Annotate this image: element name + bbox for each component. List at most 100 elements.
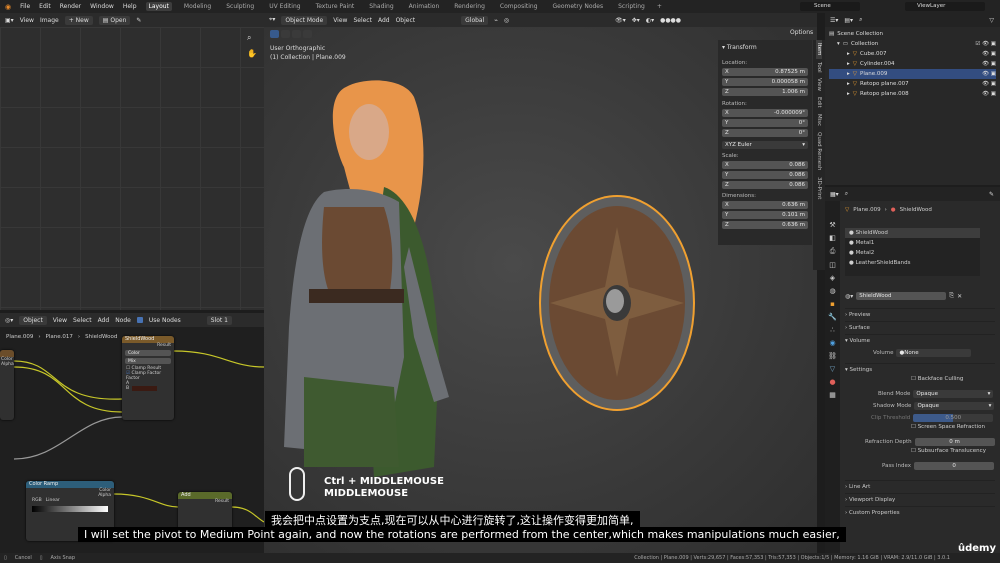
render-tab-icon[interactable]: ◧ — [829, 234, 836, 242]
node-view-menu[interactable]: View — [53, 317, 67, 324]
object-tab-icon[interactable]: ▪ — [830, 300, 835, 308]
node-mode-dropdown[interactable]: Object — [19, 315, 47, 325]
tab-quad-remesh[interactable]: Quad Remesh — [816, 129, 822, 173]
particles-tab-icon[interactable]: ∴ — [830, 326, 834, 334]
copy-material-icon[interactable]: ⎘ — [949, 292, 954, 300]
tab-item[interactable]: Item — [816, 40, 822, 59]
material-slot-active[interactable]: ● ShieldWood — [845, 228, 980, 238]
tab-shading[interactable]: Shading — [366, 2, 396, 11]
image-view-menu[interactable]: View — [20, 17, 34, 24]
expand-arrow-icon[interactable]: ▾ — [837, 41, 840, 47]
outliner-filter-icon[interactable]: ▽ — [989, 17, 1000, 24]
visibility-eye-icon[interactable]: 👁 ▣ — [982, 61, 996, 67]
screen-space-refraction-checkbox[interactable]: ☐ Screen Space Refraction — [845, 424, 995, 436]
preview-panel[interactable]: › Preview — [845, 308, 995, 321]
tool-tab-icon[interactable]: ⚒ — [829, 221, 835, 229]
location-y-field[interactable]: Y 0.000058 m — [722, 78, 808, 86]
world-tab-icon[interactable]: ◍ — [829, 287, 835, 295]
scale-x-field[interactable]: X 0.086 — [722, 161, 808, 169]
scene-tab-icon[interactable]: ◈ — [830, 274, 835, 282]
tab-tool[interactable]: Tool — [816, 59, 822, 76]
settings-panel[interactable]: ▾ Settings — [845, 363, 995, 376]
overlay-icon[interactable]: ◐▾ — [646, 17, 654, 24]
dimensions-y-field[interactable]: Y 0.101 m — [722, 211, 808, 219]
mix-node-b-color-swatch[interactable] — [132, 386, 158, 391]
tab-scripting[interactable]: Scripting — [615, 2, 648, 11]
mix-node-blend-type[interactable]: Mix — [125, 358, 171, 364]
scale-y-field[interactable]: Y 0.086 — [722, 171, 808, 179]
tab-modeling[interactable]: Modeling — [181, 2, 214, 11]
properties-search-icon[interactable]: ⌕ — [845, 190, 848, 198]
viewport-select-menu[interactable]: Select — [353, 17, 372, 24]
material-slot[interactable]: ● Metal1 — [845, 238, 980, 248]
material-slots-list[interactable]: ● ShieldWood ● Metal1 ● Metal2 ● Leather… — [845, 228, 980, 276]
expand-arrow-icon[interactable]: ▸ — [847, 91, 850, 97]
material-tab-icon[interactable]: ● — [829, 378, 835, 386]
modifiers-tab-icon[interactable]: 🔧 — [828, 313, 837, 321]
view-layer-tab-icon[interactable]: ◫ — [829, 261, 836, 269]
clip-threshold-slider[interactable]: 0.500 — [913, 414, 994, 422]
pin-icon[interactable]: ✎ — [136, 17, 141, 24]
outliner-collection[interactable]: ▾ ▭ Collection ☑ 👁 ▣ — [829, 39, 996, 49]
material-slot[interactable]: ● LeatherShieldBands — [845, 258, 980, 268]
material-slot[interactable]: ● Metal2 — [845, 248, 980, 258]
constraints-tab-icon[interactable]: ⛓ — [828, 352, 837, 360]
outliner-search-icon[interactable]: ⌕ — [859, 16, 862, 24]
node-node-menu[interactable]: Node — [115, 317, 131, 324]
outliner-item-cylinder[interactable]: ▸ ▽ Cylinder.004 👁 ▣ — [829, 59, 996, 69]
blend-mode-dropdown[interactable]: Opaque ▾ — [913, 390, 994, 398]
outliner-scene-collection[interactable]: ▤ Scene Collection — [829, 29, 996, 39]
outliner-item-cube[interactable]: ▸ ▽ Cube.007 👁 ▣ — [829, 49, 996, 59]
new-image-button[interactable]: + New — [64, 15, 93, 25]
node-editor-type-icon[interactable]: ◎▾ — [5, 317, 13, 324]
tab-sculpting[interactable]: Sculpting — [223, 2, 257, 11]
location-x-field[interactable]: X 0.87525 m — [722, 68, 808, 76]
gizmo-icon[interactable]: ✥▾ — [632, 17, 640, 24]
visibility-eye-icon[interactable]: 👁 ▣ — [982, 81, 996, 87]
rotation-x-field[interactable]: X -0.000009° — [722, 109, 808, 117]
blender-logo-icon[interactable]: ◉ — [5, 3, 11, 11]
add-node[interactable]: Add Result — [178, 492, 232, 532]
color-ramp-rgb[interactable]: RGB — [32, 498, 42, 503]
left-partial-node[interactable]: Color Alpha — [0, 350, 14, 420]
output-tab-icon[interactable]: ⎙ — [830, 247, 836, 256]
tab-geometry-nodes[interactable]: Geometry Nodes — [550, 2, 607, 11]
expand-arrow-icon[interactable]: ▸ — [847, 81, 850, 87]
tab-view[interactable]: View — [816, 75, 822, 94]
zoom-icon[interactable]: ⌕ — [247, 33, 251, 43]
open-image-button[interactable]: ▤ Open — [98, 15, 131, 25]
object-mode-dropdown[interactable]: Object Mode — [281, 15, 328, 25]
viewport-view-menu[interactable]: View — [333, 17, 347, 24]
use-nodes-checkbox[interactable] — [136, 317, 143, 323]
location-z-field[interactable]: Z 1.006 m — [722, 88, 808, 96]
pin-icon[interactable]: ✎ — [989, 191, 1000, 198]
tab-texture-paint[interactable]: Texture Paint — [313, 2, 358, 11]
color-ramp-gradient[interactable] — [32, 506, 108, 512]
mix-node[interactable]: ShieldWood Result Color Mix ☐ Clamp Resu… — [122, 336, 174, 420]
proportional-edit-icon[interactable]: ◎ — [504, 17, 509, 24]
menu-window[interactable]: Window — [90, 3, 114, 10]
viewport-type-icon[interactable]: ⌖▾ — [269, 16, 275, 24]
tab-layout[interactable]: Layout — [145, 2, 172, 11]
mix-node-data-type[interactable]: Color — [125, 350, 171, 356]
texture-tab-icon[interactable]: ▦ — [829, 391, 836, 399]
scene-selector[interactable]: Scene — [800, 2, 860, 11]
rotation-y-field[interactable]: Y 0° — [722, 119, 808, 127]
dimensions-x-field[interactable]: X 0.636 m — [722, 201, 808, 209]
viewport-display-panel[interactable]: › Viewport Display — [845, 493, 995, 506]
delete-material-icon[interactable]: ✕ — [957, 293, 962, 300]
dimensions-z-field[interactable]: Z 0.636 m — [722, 221, 808, 229]
outliner-item-plane-selected[interactable]: ▸ ▽ Plane.009 👁 ▣ — [829, 69, 996, 79]
expand-arrow-icon[interactable]: ▸ — [847, 71, 850, 77]
snap-icon[interactable]: ⌁ — [494, 17, 498, 24]
tab-edit[interactable]: Edit — [816, 94, 822, 111]
line-art-panel[interactable]: › Line Art — [845, 480, 995, 493]
expand-arrow-icon[interactable]: ▸ — [847, 61, 850, 67]
shading-modes-icon[interactable]: ●●●● — [660, 17, 681, 24]
visibility-eye-icon[interactable]: 👁 ▣ — [982, 91, 996, 97]
menu-render[interactable]: Render — [60, 3, 81, 10]
view-layer-selector[interactable]: ViewLayer — [905, 2, 985, 11]
tab-uv-editing[interactable]: UV Editing — [266, 2, 303, 11]
menu-edit[interactable]: Edit — [39, 3, 51, 10]
outliner-item-retopo-008[interactable]: ▸ ▽ Retopo plane.008 👁 ▣ — [829, 89, 996, 99]
